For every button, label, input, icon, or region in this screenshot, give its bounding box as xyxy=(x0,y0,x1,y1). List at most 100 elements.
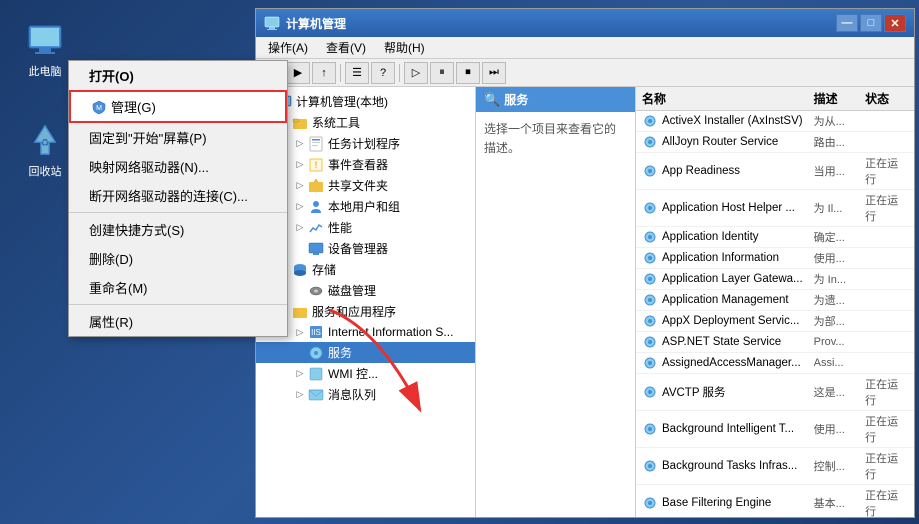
tree-item-devices[interactable]: 设备管理器 xyxy=(256,238,475,259)
toolbar-restart[interactable]: ⏭ xyxy=(482,62,506,84)
ctx-map-drive[interactable]: 映射网络驱动器(N)... xyxy=(69,152,287,181)
minimize-button[interactable]: — xyxy=(836,14,858,32)
service-desc: Assi... xyxy=(814,357,865,369)
svc-apps-icon xyxy=(292,304,308,320)
tree-wmi-label: WMI 控... xyxy=(328,365,378,382)
service-desc: 使用... xyxy=(814,250,865,266)
iis-icon: IIS xyxy=(308,324,324,340)
service-desc: 路由... xyxy=(814,134,865,150)
tree-shared-label: 共享文件夹 xyxy=(328,177,388,194)
service-name-cell: Application Management xyxy=(642,292,814,308)
toolbar-stop[interactable]: ⏹ xyxy=(456,62,480,84)
tree-task-sched-label: 任务计划程序 xyxy=(328,135,400,152)
tree-item-svc-apps[interactable]: ▼ 服务和应用程序 xyxy=(256,301,475,322)
tree-item-task-sched[interactable]: ▷ 任务计划程序 xyxy=(256,133,475,154)
toolbar-forward[interactable]: ▶ xyxy=(286,62,310,84)
menu-help[interactable]: 帮助(H) xyxy=(376,37,433,58)
tree-item-comp-mgmt[interactable]: ▼ 计算机管理(本地) xyxy=(256,91,475,112)
tree-comp-mgmt-label: 计算机管理(本地) xyxy=(296,93,388,110)
service-name: ActiveX Installer (AxInstSV) xyxy=(662,115,803,127)
storage-icon xyxy=(292,262,308,278)
desktop-icon-computer[interactable]: 此电脑 xyxy=(15,20,75,79)
tree-item-local-users[interactable]: ▷ 本地用户和组 xyxy=(256,196,475,217)
menu-view[interactable]: 查看(V) xyxy=(318,37,374,58)
tree-item-wmi[interactable]: ▷ WMI 控... xyxy=(256,363,475,384)
sys-tools-icon xyxy=(292,115,308,131)
menubar: 操作(A) 查看(V) 帮助(H) xyxy=(256,37,914,59)
tree-panel: ▼ 计算机管理(本地) ▼ 系统工具 xyxy=(256,87,476,517)
ctx-manage[interactable]: M 管理(G) xyxy=(69,90,287,123)
service-gear-icon xyxy=(642,313,658,329)
ctx-pin-start[interactable]: 固定到"开始"屏幕(P) xyxy=(69,123,287,152)
ctx-rename-label: 重命名(M) xyxy=(89,281,148,296)
service-name: ASP.NET State Service xyxy=(662,336,781,348)
service-status: 正在运行 xyxy=(865,376,908,408)
toolbar-up[interactable]: ↑ xyxy=(312,62,336,84)
tree-item-shared[interactable]: ▷ 共享文件夹 xyxy=(256,175,475,196)
tree-item-msg-queue[interactable]: ▷ 消息队列 xyxy=(256,384,475,405)
expand-iis: ▷ xyxy=(292,324,308,340)
ctx-rename[interactable]: 重命名(M) xyxy=(69,273,287,302)
toolbar-help[interactable]: ? xyxy=(371,62,395,84)
table-row[interactable]: Application Host Helper ... 为 Il... 正在运行 xyxy=(636,190,914,227)
wmi-icon xyxy=(308,366,324,382)
service-desc: 为 In... xyxy=(814,271,865,287)
services-panel: 名称 描述 状态 ActiveX Installer (AxInstSV) 为从… xyxy=(636,87,914,517)
service-name: Application Management xyxy=(662,294,789,306)
tree-item-services[interactable]: 服务 xyxy=(256,342,475,363)
ctx-create-shortcut[interactable]: 创建快捷方式(S) xyxy=(69,215,287,244)
ctx-properties[interactable]: 属性(R) xyxy=(69,307,287,336)
table-row[interactable]: Base Filtering Engine 基本... 正在运行 xyxy=(636,485,914,517)
tree-item-storage[interactable]: ▼ 存储 xyxy=(256,259,475,280)
menu-action[interactable]: 操作(A) xyxy=(260,37,316,58)
table-row[interactable]: Application Information 使用... xyxy=(636,248,914,269)
ctx-disconnect[interactable]: 断开网络驱动器的连接(C)... xyxy=(69,181,287,210)
table-row[interactable]: AssignedAccessManager... Assi... xyxy=(636,353,914,374)
ctx-delete[interactable]: 删除(D) xyxy=(69,244,287,273)
table-row[interactable]: AVCTP 服务 这是... 正在运行 xyxy=(636,374,914,411)
users-icon xyxy=(308,199,324,215)
services-table-header: 名称 描述 状态 xyxy=(636,87,914,111)
table-row[interactable]: AppX Deployment Servic... 为部... xyxy=(636,311,914,332)
tree-item-disk[interactable]: 磁盘管理 xyxy=(256,280,475,301)
ctx-open-label: 打开(O) xyxy=(89,69,134,84)
toolbar-show-hide[interactable]: ☰ xyxy=(345,62,369,84)
close-button[interactable]: ✕ xyxy=(884,14,906,32)
tree-item-sys-tools[interactable]: ▼ 系统工具 xyxy=(256,112,475,133)
toolbar-sep1 xyxy=(340,64,341,82)
table-row[interactable]: Background Intelligent T... 使用... 正在运行 xyxy=(636,411,914,448)
service-name: Application Host Helper ... xyxy=(662,202,795,214)
service-gear-icon xyxy=(642,271,658,287)
toolbar-play[interactable]: ▷ xyxy=(404,62,428,84)
service-desc: 这是... xyxy=(814,384,865,400)
expand-devices xyxy=(292,241,308,257)
service-name-cell: Background Tasks Infras... xyxy=(642,458,814,474)
tree-item-perf[interactable]: ▷ 性能 xyxy=(256,217,475,238)
ctx-open[interactable]: 打开(O) xyxy=(69,61,287,90)
table-row[interactable]: AllJoyn Router Service 路由... xyxy=(636,132,914,153)
service-status: 正在运行 xyxy=(865,155,908,187)
table-row[interactable]: ASP.NET State Service Prov... xyxy=(636,332,914,353)
service-desc: 当用... xyxy=(814,163,865,179)
toolbar-pause[interactable]: ⏸ xyxy=(430,62,454,84)
table-row[interactable]: Application Identity 确定... xyxy=(636,227,914,248)
shared-icon xyxy=(308,178,324,194)
table-row[interactable]: Background Tasks Infras... 控制... 正在运行 xyxy=(636,448,914,485)
tree-item-event-viewer[interactable]: ▷ ! 事件查看器 xyxy=(256,154,475,175)
tree-disk-label: 磁盘管理 xyxy=(328,282,376,299)
table-row[interactable]: ActiveX Installer (AxInstSV) 为从... xyxy=(636,111,914,132)
service-name-cell: App Readiness xyxy=(642,163,814,179)
service-gear-icon xyxy=(642,134,658,150)
table-row[interactable]: App Readiness 当用... 正在运行 xyxy=(636,153,914,190)
table-row[interactable]: Application Layer Gatewa... 为 In... xyxy=(636,269,914,290)
tree-sys-tools-label: 系统工具 xyxy=(312,114,360,131)
tree-item-iis[interactable]: ▷ IIS Internet Information S... xyxy=(256,322,475,342)
table-row[interactable]: Application Management 为遗... xyxy=(636,290,914,311)
service-desc: 为从... xyxy=(814,113,865,129)
maximize-button[interactable]: □ xyxy=(860,14,882,32)
tree-perf-label: 性能 xyxy=(328,219,352,236)
service-name-cell: Background Intelligent T... xyxy=(642,421,814,437)
service-gear-icon xyxy=(642,334,658,350)
desktop-icon-recycle[interactable]: ♻ 回收站 xyxy=(15,120,75,179)
service-gear-icon xyxy=(642,292,658,308)
